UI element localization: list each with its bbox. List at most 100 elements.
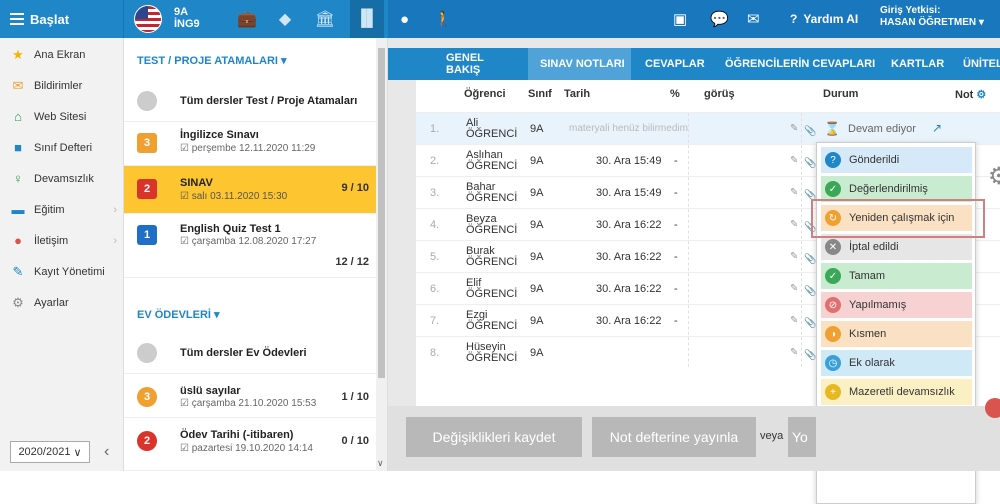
tab-answers[interactable]: CEVAPLAR — [645, 48, 715, 80]
sidebar-item-label: Web Sitesi — [34, 110, 87, 123]
notification-dot[interactable] — [985, 398, 1000, 418]
view-cell[interactable] — [688, 177, 802, 207]
row-number: 2. — [430, 155, 440, 167]
chart-icon[interactable]: ▐▌ — [350, 0, 384, 38]
tab-bar: GENEL BAKIŞ SINAV NOTLARI CEVAPLAR ÖĞREN… — [388, 48, 1000, 80]
sidebar-item-attendance[interactable]: ♀ Devamsızlık — [0, 163, 123, 194]
homework-section-title[interactable]: EV ÖDEVLERİ ▾ — [137, 308, 220, 321]
mail-icon[interactable]: ✉ — [747, 0, 760, 38]
us-flag-icon[interactable] — [134, 5, 162, 33]
tab-cards[interactable]: KARTLAR — [891, 48, 951, 80]
palette-icon[interactable]: ● — [400, 0, 409, 38]
edit-icon[interactable]: ✎ — [790, 123, 798, 134]
student-name[interactable]: Bahar ÖĞRENCİ — [466, 182, 517, 204]
sidebar-item-settings[interactable]: ⚙ Ayarlar — [0, 287, 123, 318]
scrollbar[interactable]: ∨ — [376, 38, 387, 471]
attachment-icon[interactable]: 📎 — [804, 318, 816, 329]
sidebar-item-home[interactable]: ★ Ana Ekran — [0, 39, 123, 70]
class-cell: 9A — [530, 187, 544, 199]
publish-button[interactable]: Not defterine yayınla — [592, 417, 756, 457]
class-selector[interactable]: 9A İNG9 — [174, 6, 200, 30]
walk-icon[interactable]: 🚶 — [434, 0, 453, 38]
tests-section-title[interactable]: TEST / PROJE ATAMALARI ▾ — [137, 54, 287, 67]
view-cell[interactable] — [688, 241, 802, 271]
student-name[interactable]: Aslıhan ÖĞRENCİ — [466, 150, 517, 172]
tab-student-answers[interactable]: ÖĞRENCİLERİN CEVAPLARI — [725, 48, 885, 80]
sidebar-item-communication[interactable]: ● İletişim › — [0, 225, 123, 256]
sidebar-item-registration[interactable]: ✎ Kayıt Yönetimi — [0, 256, 123, 287]
save-changes-button[interactable]: Değişiklikleri kaydet — [406, 417, 582, 457]
briefcase-icon[interactable]: 💼 — [230, 0, 264, 38]
view-cell[interactable]: materyali henüz bilirmedim — [569, 113, 802, 143]
status-option[interactable]: ? Gönderildi — [821, 147, 972, 173]
all-homework-item[interactable]: Tüm dersler Ev Ödevleri — [124, 334, 377, 374]
menu-button[interactable]: Başlat — [0, 0, 124, 38]
tab-overview[interactable]: GENEL BAKIŞ — [434, 48, 520, 80]
third-button[interactable]: Yo — [788, 417, 816, 457]
list-item-selected[interactable]: 2 SINAV ☑ salı 03.11.2020 15:30 9 / 10 — [124, 166, 377, 214]
student-name[interactable]: Elif ÖĞRENCİ — [466, 278, 517, 300]
view-cell[interactable] — [688, 305, 802, 335]
view-cell[interactable] — [688, 145, 802, 175]
assignment-date: ☑ salı 03.11.2020 15:30 — [180, 191, 288, 202]
list-item[interactable]: 3 üslü sayılar ☑ çarşamba 21.10.2020 15:… — [124, 374, 377, 418]
edit-icon[interactable]: ✎ — [790, 283, 798, 294]
assignment-score: 1 / 10 — [341, 391, 369, 403]
sidebar-item-notifications[interactable]: ✉ Bildirimler — [0, 70, 123, 101]
status-option[interactable]: ◑ Kısmen — [821, 321, 972, 347]
scroll-down-icon[interactable]: ∨ — [377, 458, 384, 469]
edit-icon[interactable]: ✎ — [790, 155, 798, 166]
gear-icon[interactable]: ⚙ — [988, 162, 1000, 191]
screen-icon[interactable]: ▣ — [673, 0, 687, 38]
view-cell[interactable] — [688, 273, 802, 303]
edit-icon[interactable]: ✎ — [790, 187, 798, 198]
table-row[interactable]: 1. Ali ÖĞRENCİ 9A materyali henüz bilirme… — [416, 112, 1000, 144]
student-name[interactable]: Beyza ÖĞRENCİ — [466, 214, 517, 236]
status-option[interactable]: + Mazeretli devamsızlık — [821, 379, 972, 405]
status-option[interactable]: ⊘ Yapılmamış — [821, 292, 972, 318]
attachment-icon[interactable]: 📎 — [804, 126, 816, 137]
col-date: Tarih — [564, 88, 591, 100]
last-name: ÖĞRENCİ — [466, 288, 518, 300]
all-tests-item[interactable]: Tüm dersler Test / Proje Atamaları — [124, 80, 377, 122]
student-name[interactable]: Burak ÖĞRENCİ — [466, 246, 517, 268]
edit-icon[interactable]: ✎ — [790, 347, 798, 358]
attachment-icon[interactable]: 📎 — [804, 350, 816, 361]
percent-cell: - — [674, 155, 678, 167]
shield-icon[interactable]: ◆ — [268, 0, 302, 38]
status-option[interactable]: ✓ Tamam — [821, 263, 972, 289]
sidebar-item-education[interactable]: ▬ Eğitim › — [0, 194, 123, 225]
edit-icon[interactable]: ✎ — [790, 315, 798, 326]
year-select[interactable]: 2020/2021 ∨ — [10, 441, 90, 463]
student-name[interactable]: Ezgi ÖĞRENCİ — [466, 310, 517, 332]
row-number: 3. — [430, 187, 440, 199]
list-item[interactable]: 2 Ödev Tarihi (-itibaren) ☑ pazartesi 19… — [124, 418, 377, 471]
tab-units[interactable]: ÜNİTELER — [963, 48, 1000, 80]
collapse-sidebar-icon[interactable]: ‹ — [104, 443, 109, 461]
attachment-icon[interactable]: 📎 — [804, 286, 816, 297]
chat-icon[interactable]: 💬 — [710, 0, 729, 38]
help-button[interactable]: ? Yardım AI — [790, 0, 858, 38]
edit-icon[interactable]: ✎ — [790, 219, 798, 230]
tab-exam-grades[interactable]: SINAV NOTLARI — [528, 48, 631, 80]
student-name[interactable]: Ali ÖĞRENCİ — [466, 118, 517, 140]
institution-icon[interactable]: 🏛 — [308, 0, 342, 38]
status-cell[interactable]: Devam ediyor — [848, 123, 916, 135]
view-cell[interactable] — [688, 209, 802, 239]
status-option[interactable]: ◷ Ek olarak — [821, 350, 972, 376]
edit-icon[interactable]: ✎ — [790, 251, 798, 262]
sidebar-item-classbook[interactable]: ■ Sınıf Defteri — [0, 132, 123, 163]
external-link-icon[interactable]: ↗ — [932, 121, 942, 135]
student-name[interactable]: Hüseyin ÖĞRENCİ — [466, 342, 517, 364]
view-cell[interactable] — [688, 337, 802, 367]
col-note[interactable]: Not ⚙ — [955, 88, 986, 101]
list-item[interactable]: 3 İngilizce Sınavı ☑ perşembe 12.11.2020… — [124, 122, 377, 166]
last-name: ÖĞRENCİ — [466, 320, 518, 332]
user-menu[interactable]: Giriş Yetkisi: HASAN ÖĞRETMEN ▾ — [880, 5, 984, 29]
attachment-icon[interactable]: 📎 — [804, 254, 816, 265]
check-icon: ✓ — [825, 268, 841, 284]
list-item[interactable]: 1 English Quiz Test 1 ☑ çarşamba 12.08.2… — [124, 214, 377, 278]
attachment-icon[interactable]: 📎 — [804, 158, 816, 169]
sidebar-item-website[interactable]: ⌂ Web Sitesi — [0, 101, 123, 132]
partial-icon: ◑ — [825, 326, 841, 342]
